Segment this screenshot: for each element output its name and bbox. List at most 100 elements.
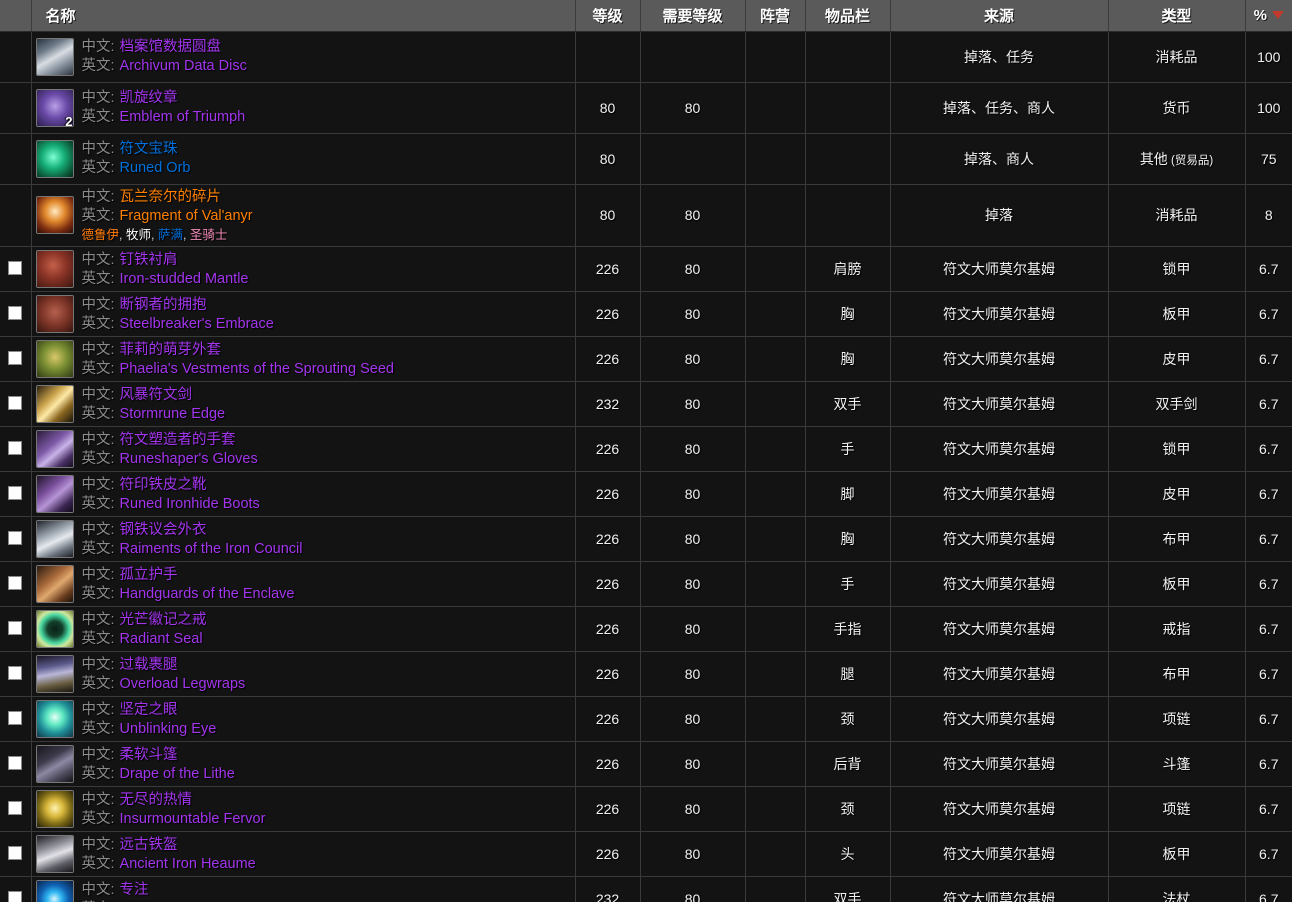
- row-checkbox-cell[interactable]: [0, 831, 32, 878]
- table-row[interactable]: 中文: 菲莉的萌芽外套 英文: Phaelia's Vestments of the …: [0, 336, 1292, 383]
- item-link-cn[interactable]: 过载裹腿: [120, 657, 178, 673]
- row-checkbox[interactable]: [8, 755, 23, 770]
- row-checkbox-cell[interactable]: [0, 82, 32, 134]
- item-link-en[interactable]: Ancient Iron Heaume: [120, 856, 256, 872]
- item-link-en[interactable]: Iron-studded Mantle: [120, 271, 249, 287]
- phaelias-vestments-icon[interactable]: [35, 340, 74, 379]
- table-row[interactable]: 中文: 钉铁衬肩 英文: Iron-studded Mantle 226 80 肩膀 符文大师…: [0, 246, 1292, 293]
- table-row[interactable]: 中文: 符印铁皮之靴 英文: Runed Ironhide Boots 226 80 脚符文…: [0, 471, 1292, 518]
- item-link-cn[interactable]: 光芒徽记之戒: [120, 612, 207, 628]
- table-row[interactable]: 中文: 符文塑造者的手套 英文: Runeshaper's Gloves 226 80 手符…: [0, 426, 1292, 473]
- row-checkbox[interactable]: [8, 890, 23, 902]
- item-link-en[interactable]: Radiant Seal: [120, 631, 203, 647]
- row-checkbox[interactable]: [8, 845, 23, 860]
- table-row[interactable]: 中文: 档案馆数据圆盘 英文: Archivum Data Disc 掉落、任务 消耗品 1…: [0, 31, 1292, 83]
- header-required-level[interactable]: 需要等级: [640, 0, 746, 32]
- row-checkbox-cell[interactable]: [0, 516, 32, 563]
- row-checkbox[interactable]: [8, 395, 23, 410]
- iron-studded-mantle-icon[interactable]: [35, 250, 74, 289]
- item-link-en[interactable]: Insurmountable Fervor: [120, 811, 266, 827]
- item-link-cn[interactable]: 坚定之眼: [120, 702, 178, 718]
- source-cell[interactable]: 符文大师莫尔基姆: [890, 831, 1109, 878]
- row-checkbox[interactable]: [8, 350, 23, 365]
- source-cell[interactable]: 掉落: [890, 184, 1109, 248]
- handguards-of-the-enclave-icon[interactable]: [35, 565, 74, 604]
- triangle-down-icon[interactable]: [1271, 10, 1284, 19]
- item-link-cn[interactable]: 断钢者的拥抱: [120, 297, 207, 313]
- radiant-seal-icon[interactable]: [35, 610, 74, 649]
- item-link-cn[interactable]: 柔软斗篷: [120, 747, 178, 763]
- raiments-of-the-iron-council-icon[interactable]: [35, 520, 74, 559]
- item-link-en[interactable]: Archivum Data Disc: [120, 58, 247, 74]
- item-link-en[interactable]: Runed Orb: [120, 160, 191, 176]
- header-source[interactable]: 来源: [890, 0, 1109, 32]
- runeshapers-gloves-icon[interactable]: [35, 430, 74, 469]
- item-link-cn[interactable]: 符印铁皮之靴: [120, 477, 207, 493]
- row-checkbox[interactable]: [8, 305, 23, 320]
- source-cell[interactable]: 符文大师莫尔基姆: [890, 786, 1109, 833]
- row-checkbox-cell[interactable]: [0, 741, 32, 788]
- row-checkbox-cell[interactable]: [0, 381, 32, 428]
- source-cell[interactable]: 符文大师莫尔基姆: [890, 741, 1109, 788]
- row-checkbox[interactable]: [8, 575, 23, 590]
- table-row[interactable]: 中文: 钢铁议会外衣 英文: Raiments of the Iron Council…: [0, 516, 1292, 563]
- item-link-cn[interactable]: 符文塑造者的手套: [120, 432, 236, 448]
- source-cell[interactable]: 符文大师莫尔基姆: [890, 336, 1109, 383]
- rapture-icon[interactable]: [35, 880, 74, 902]
- header-slot[interactable]: 物品栏: [805, 0, 891, 32]
- fragment-of-valanyr-icon[interactable]: [35, 196, 74, 235]
- overload-legwraps-icon[interactable]: [35, 655, 74, 694]
- item-link-en[interactable]: Overload Legwraps: [120, 676, 246, 692]
- table-row[interactable]: 中文: 无尽的热情 英文: Insurmountable Fervor 226 80 颈符文…: [0, 786, 1292, 833]
- item-link-en[interactable]: Unblinking Eye: [120, 721, 217, 737]
- table-row[interactable]: 中文: 符文宝珠 英文: Runed Orb 80 掉落、商人 其他 (贸易品) 75: [0, 133, 1292, 185]
- row-checkbox[interactable]: [8, 710, 23, 725]
- row-checkbox[interactable]: [8, 440, 23, 455]
- insurmountable-fervor-icon[interactable]: [35, 790, 74, 829]
- class-tag[interactable]: 圣骑士: [190, 228, 228, 242]
- row-checkbox[interactable]: [8, 485, 23, 500]
- archivum-data-disc-icon[interactable]: [35, 37, 74, 76]
- row-checkbox-cell[interactable]: [0, 561, 32, 608]
- item-link-cn[interactable]: 孤立护手: [120, 567, 178, 583]
- source-cell[interactable]: 符文大师莫尔基姆: [890, 516, 1109, 563]
- class-tag[interactable]: 牧师: [126, 228, 151, 242]
- table-row[interactable]: 中文: 瓦兰奈尔的碎片 英文: Fragment of Val'anyr 德鲁伊, 牧师…: [0, 184, 1292, 248]
- row-checkbox-cell[interactable]: [0, 31, 32, 83]
- row-checkbox-cell[interactable]: [0, 291, 32, 338]
- table-row[interactable]: 中文: 过载裹腿 英文: Overload Legwraps 226 80 腿符文大师莫尔基…: [0, 651, 1292, 698]
- class-tag[interactable]: 德鲁伊: [82, 228, 120, 242]
- runed-ironhide-boots-icon[interactable]: [35, 475, 74, 514]
- header-ilvl[interactable]: 等级: [575, 0, 641, 32]
- row-checkbox-cell[interactable]: [0, 471, 32, 518]
- item-link-cn[interactable]: 无尽的热情: [120, 792, 193, 808]
- source-cell[interactable]: 符文大师莫尔基姆: [890, 876, 1109, 902]
- item-link-en[interactable]: Fragment of Val'anyr: [120, 208, 253, 224]
- item-link-en[interactable]: Runeshaper's Gloves: [120, 451, 258, 467]
- unblinking-eye-icon[interactable]: [35, 700, 74, 739]
- row-checkbox[interactable]: [8, 260, 23, 275]
- emblem-of-triumph-icon[interactable]: 2: [35, 88, 74, 127]
- source-cell[interactable]: 符文大师莫尔基姆: [890, 606, 1109, 653]
- item-link-cn[interactable]: 档案馆数据圆盘: [120, 39, 222, 55]
- ancient-iron-heaume-icon[interactable]: [35, 835, 74, 874]
- source-cell[interactable]: 掉落、任务、商人: [890, 82, 1109, 134]
- item-link-en[interactable]: Phaelia's Vestments of the Sprouting See…: [120, 361, 394, 377]
- header-name[interactable]: 名称: [31, 0, 576, 32]
- table-row[interactable]: 中文: 柔软斗篷 英文: Drape of the Lithe 226 80 后背 符文大师莫…: [0, 741, 1292, 788]
- header-percent[interactable]: %: [1245, 0, 1292, 32]
- source-cell[interactable]: 符文大师莫尔基姆: [890, 696, 1109, 743]
- source-cell[interactable]: 符文大师莫尔基姆: [890, 471, 1109, 518]
- row-checkbox-cell[interactable]: [0, 336, 32, 383]
- row-checkbox-cell[interactable]: [0, 786, 32, 833]
- item-link-en[interactable]: Emblem of Triumph: [120, 109, 246, 125]
- source-cell[interactable]: 符文大师莫尔基姆: [890, 651, 1109, 698]
- table-row[interactable]: 2 中文: 凯旋纹章 英文: Emblem of Triumph 80 80 掉落、任务、商人…: [0, 82, 1292, 134]
- row-checkbox[interactable]: [8, 530, 23, 545]
- drape-of-the-lithe-icon[interactable]: [35, 745, 74, 784]
- table-row[interactable]: 中文: 远古铁盔 英文: Ancient Iron Heaume 226 80 头符文大师莫…: [0, 831, 1292, 878]
- row-checkbox-cell[interactable]: [0, 133, 32, 185]
- source-cell[interactable]: 符文大师莫尔基姆: [890, 291, 1109, 338]
- header-type[interactable]: 类型: [1108, 0, 1246, 32]
- source-cell[interactable]: 符文大师莫尔基姆: [890, 381, 1109, 428]
